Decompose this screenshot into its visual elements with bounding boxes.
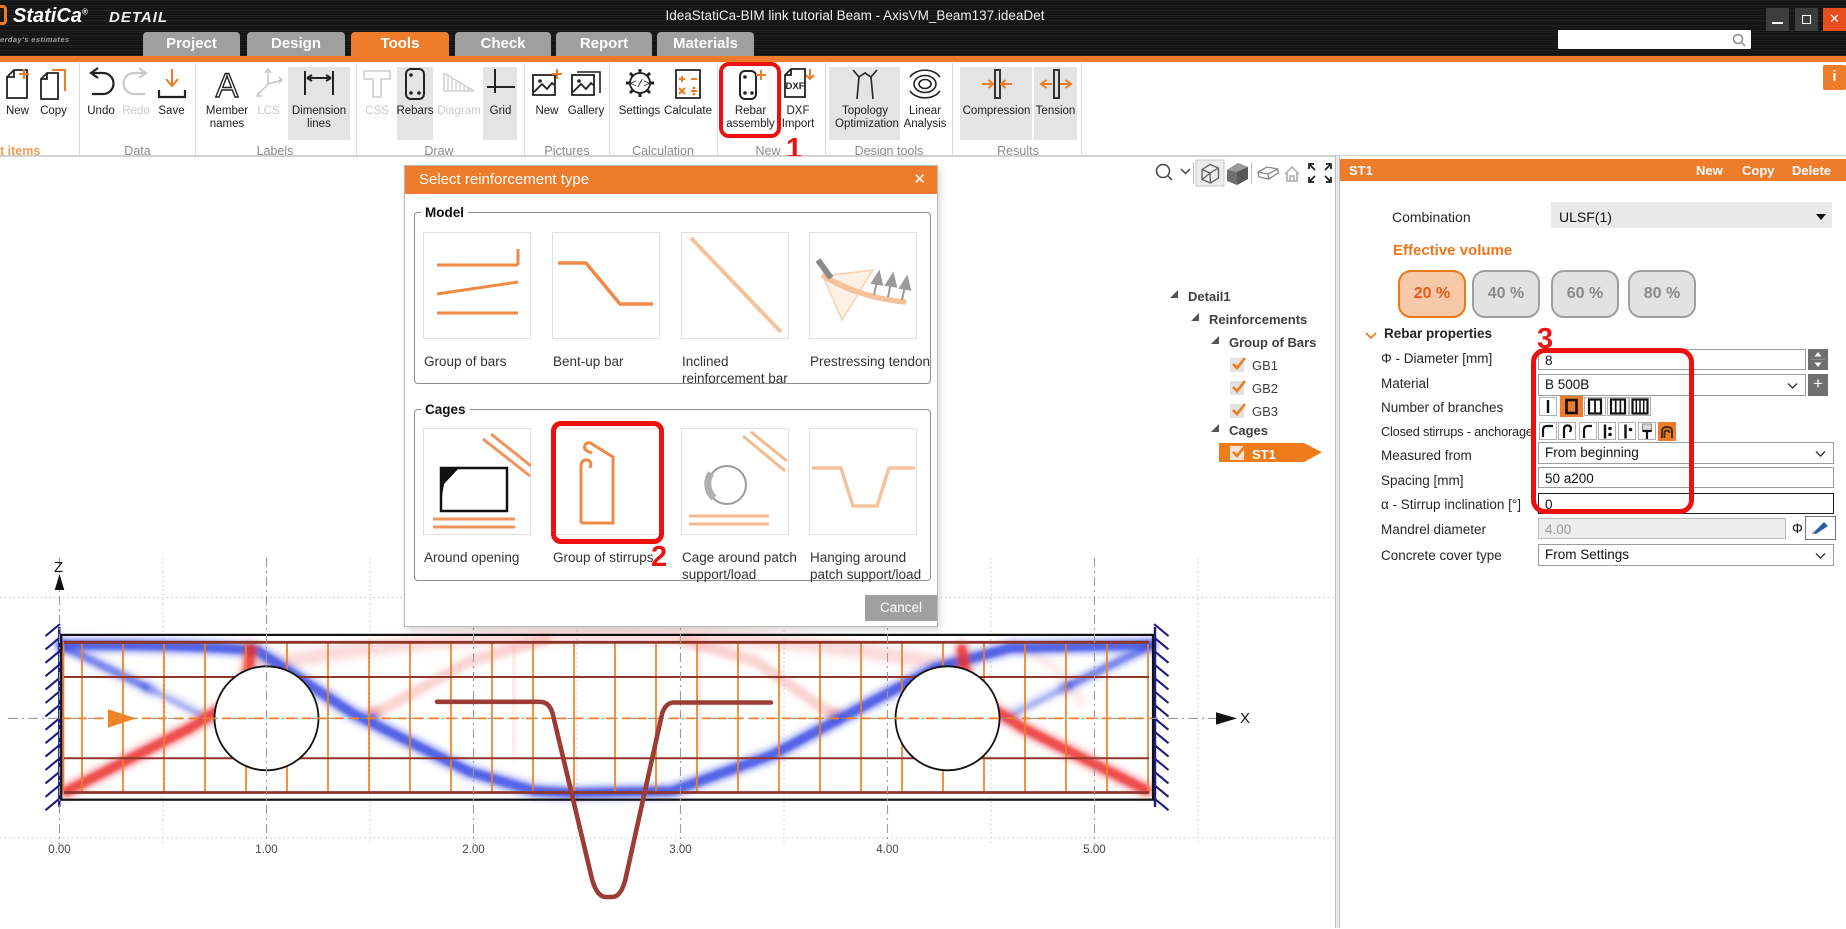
svg-text:4.00: 4.00 [876,844,898,856]
svg-text:0.00: 0.00 [48,844,70,856]
svg-text:X: X [1240,710,1250,727]
svg-text:</>: </> [630,79,650,91]
svg-text:2.00: 2.00 [462,844,484,856]
svg-text:A: A [216,67,239,103]
svg-text:5.00: 5.00 [1083,844,1105,856]
svg-text:3.00: 3.00 [669,844,691,856]
svg-text:Z: Z [54,559,63,576]
svg-text:1.00: 1.00 [255,844,277,856]
svg-text:DXF: DXF [786,81,805,92]
